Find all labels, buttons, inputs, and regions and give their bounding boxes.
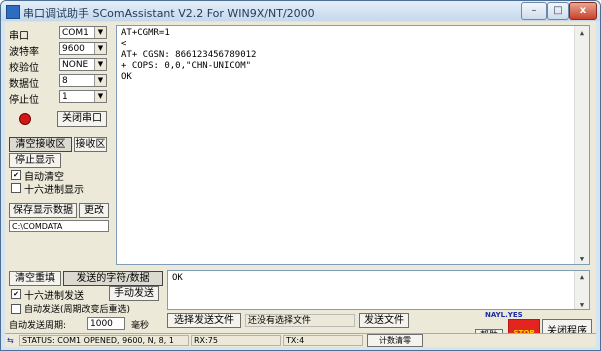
scroll-up-icon[interactable]: ▲	[577, 28, 587, 37]
hex-display-label: 十六进制显示	[24, 185, 84, 196]
stop-display-button[interactable]: 停止显示	[9, 153, 61, 168]
scroll-down-icon[interactable]: ▼	[577, 300, 587, 309]
hex-display-checkbox[interactable]	[11, 183, 21, 193]
parity-value: NONE	[62, 60, 89, 70]
app-icon	[6, 5, 20, 19]
dropdown-arrow-icon[interactable]: ▼	[94, 43, 106, 54]
receive-line: AT+CGMR=1	[121, 28, 170, 38]
parity-label: 校验位	[9, 63, 39, 74]
baud-value: 9600	[62, 44, 85, 54]
parity-select[interactable]: NONE ▼	[59, 58, 107, 71]
baud-label: 波特率	[9, 47, 39, 58]
close-port-button[interactable]: 关闭串口	[57, 111, 107, 127]
app-window: 串口调试助手 SComAssistant V2.2 For WIN9X/NT/2…	[0, 0, 601, 351]
tx-count: TX:4	[283, 335, 363, 346]
stopbits-value: 1	[62, 92, 68, 102]
status-bar: ⇆ STATUS: COM1 OPENED, 9600, N, 8, 1 RX:…	[5, 333, 596, 347]
port-select[interactable]: COM1 ▼	[59, 26, 107, 39]
scroll-up-icon[interactable]: ▲	[577, 272, 587, 281]
port-label: 串口	[9, 31, 29, 42]
maximize-button[interactable]: □	[547, 2, 569, 20]
save-path-field[interactable]: C:\COMDATA	[9, 220, 109, 232]
receive-area-button[interactable]: 接收区	[74, 137, 107, 152]
ms-label: 毫秒	[131, 321, 150, 331]
minimize-button[interactable]: –	[521, 2, 547, 20]
title-bar: 串口调试助手 SComAssistant V2.2 For WIN9X/NT/2…	[1, 1, 600, 21]
baud-select[interactable]: 9600 ▼	[59, 42, 107, 55]
port-status-led-icon	[19, 113, 31, 125]
receive-line: AT+ CGSN: 866123456789012	[121, 50, 257, 60]
dropdown-arrow-icon[interactable]: ▼	[94, 27, 106, 38]
save-data-button[interactable]: 保存显示数据	[9, 203, 77, 218]
clear-receive-button[interactable]: 清空接收区	[9, 137, 72, 152]
hex-send-label: 十六进制发送	[24, 291, 84, 302]
window-title: 串口调试助手 SComAssistant V2.2 For WIN9X/NT/2…	[23, 7, 315, 20]
dropdown-arrow-icon[interactable]: ▼	[94, 59, 106, 70]
databits-value: 8	[62, 76, 68, 86]
stopbits-select[interactable]: 1 ▼	[59, 90, 107, 103]
receive-line: OK	[121, 72, 132, 82]
rx-count: RX:75	[191, 335, 281, 346]
clear-send-button[interactable]: 清空重填	[9, 271, 61, 286]
receive-line: + COPS: 0,0,"CHN-UNICOM"	[121, 61, 252, 71]
stopbits-label: 停止位	[9, 95, 39, 106]
select-file-button[interactable]: 选择发送文件	[167, 313, 241, 328]
close-button[interactable]: x	[569, 2, 597, 20]
reset-count-button[interactable]: 计数清零	[367, 334, 423, 347]
auto-send-label: 自动发送(周期改变后重选)	[24, 305, 131, 315]
auto-send-checkbox[interactable]	[11, 304, 21, 314]
send-textarea[interactable]: OK ▲ ▼	[167, 270, 590, 310]
manual-send-button[interactable]: 手动发送	[109, 286, 159, 301]
databits-select[interactable]: 8 ▼	[59, 74, 107, 87]
period-label: 自动发送周期:	[9, 321, 67, 331]
port-value: COM1	[62, 28, 89, 38]
send-input-text: OK	[172, 273, 183, 283]
dropdown-arrow-icon[interactable]: ▼	[94, 91, 106, 102]
send-area-button[interactable]: 发送的字符/数据	[63, 271, 163, 286]
status-arrow-icon: ⇆	[7, 336, 14, 345]
auto-clear-checkbox[interactable]: ✔	[11, 170, 21, 180]
send-scrollbar[interactable]: ▲ ▼	[574, 271, 589, 309]
receive-textarea[interactable]: AT+CGMR=1 < AT+ CGSN: 866123456789012 + …	[116, 25, 590, 265]
client-area: 串口 COM1 ▼ 波特率 9600 ▼ 校验位 NONE ▼ 数据位 8 ▼ …	[5, 22, 596, 347]
change-path-button[interactable]: 更改	[79, 203, 109, 218]
receive-line: <	[121, 39, 127, 49]
dropdown-arrow-icon[interactable]: ▼	[94, 75, 106, 86]
file-status-field: 还没有选择文件	[245, 314, 355, 327]
databits-label: 数据位	[9, 79, 39, 90]
status-text: STATUS: COM1 OPENED, 9600, N, 8, 1	[19, 335, 189, 346]
brand-label: NAYL.YES	[485, 311, 523, 319]
send-file-button[interactable]: 发送文件	[359, 313, 409, 328]
hex-send-checkbox[interactable]: ✔	[11, 289, 21, 299]
period-input[interactable]: 1000	[87, 317, 125, 330]
receive-scrollbar[interactable]: ▲ ▼	[574, 26, 589, 264]
scroll-down-icon[interactable]: ▼	[577, 254, 587, 263]
